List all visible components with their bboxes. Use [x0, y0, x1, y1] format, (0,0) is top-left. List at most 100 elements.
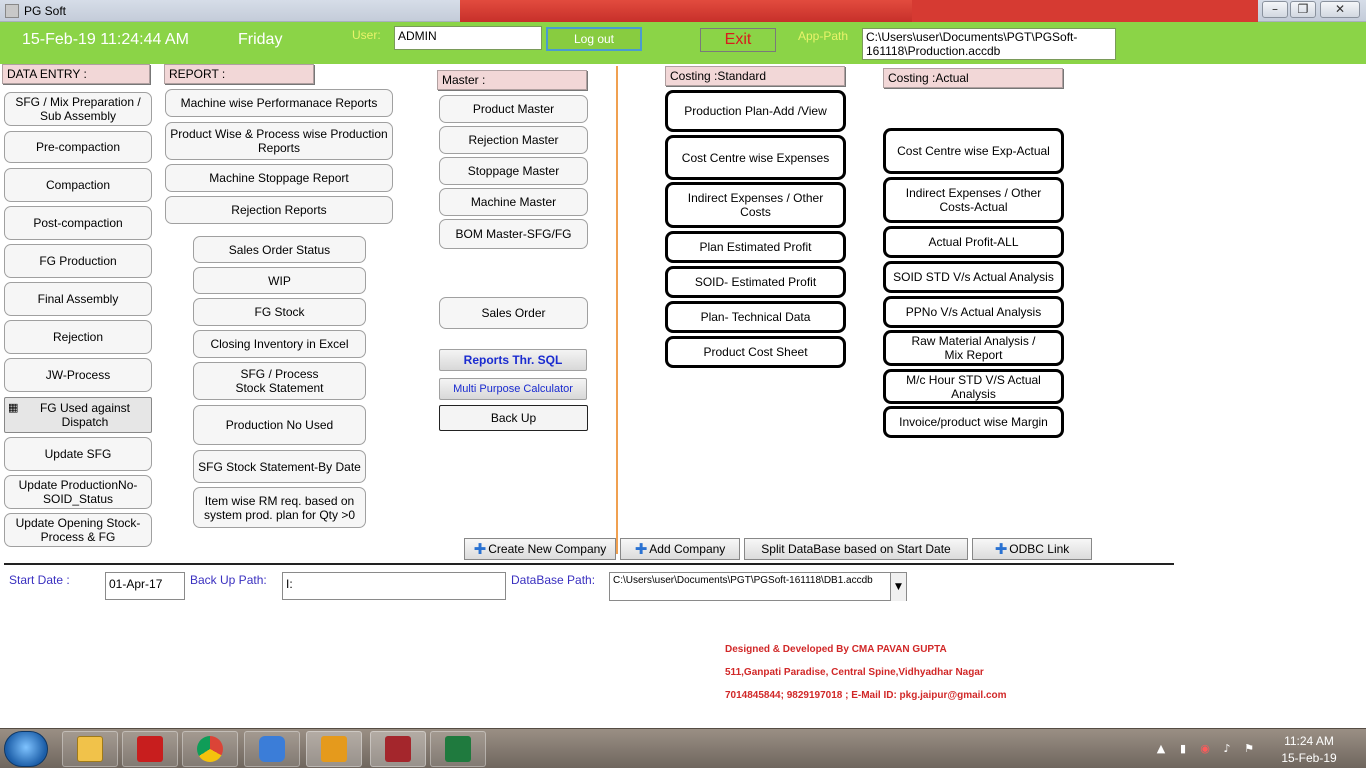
- report-product-process[interactable]: Product Wise & Process wise Production R…: [165, 122, 393, 160]
- taskbar: ▲ ▮ ◉ ♪ ⚑ 11:24 AM 15-Feb-19: [0, 728, 1366, 768]
- master-header: Master :: [437, 70, 587, 90]
- report-closing-inventory[interactable]: Closing Inventory in Excel: [193, 330, 366, 358]
- data-entry-update-opening-stock[interactable]: Update Opening Stock-Process & FG: [4, 513, 152, 547]
- master-machine[interactable]: Machine Master: [439, 188, 588, 216]
- user-label: User:: [352, 28, 381, 42]
- access-icon[interactable]: [370, 731, 426, 767]
- costing-product-cost-sheet[interactable]: Product Cost Sheet: [665, 336, 846, 368]
- media-player-icon[interactable]: [244, 731, 300, 767]
- costing-plan-technical-data[interactable]: Plan- Technical Data: [665, 301, 846, 333]
- data-entry-sfg-mix[interactable]: SFG / Mix Preparation / Sub Assembly: [4, 92, 152, 126]
- report-rejection[interactable]: Rejection Reports: [165, 196, 393, 224]
- data-entry-final-assembly[interactable]: Final Assembly: [4, 282, 152, 316]
- actual-mc-hour-analysis[interactable]: M/c Hour STD V/S Actual Analysis: [883, 369, 1064, 404]
- data-entry-update-sfg[interactable]: Update SFG: [4, 437, 152, 471]
- table-icon: ▦: [8, 401, 19, 414]
- costing-indirect-expenses[interactable]: Indirect Expenses / Other Costs: [665, 182, 846, 228]
- report-production-no-used[interactable]: Production No Used: [193, 405, 366, 445]
- start-button-icon[interactable]: [4, 731, 48, 767]
- report-machine-performance[interactable]: Machine wise Performanace Reports: [165, 89, 393, 117]
- chevron-down-icon[interactable]: ▼: [890, 573, 906, 601]
- show-hidden-icons-icon[interactable]: ▲: [1154, 742, 1168, 756]
- data-entry-pre-compaction[interactable]: Pre-compaction: [4, 131, 152, 163]
- data-entry-compaction[interactable]: Compaction: [4, 168, 152, 202]
- costing-production-plan[interactable]: Production Plan-Add /View: [665, 90, 846, 132]
- clock-date[interactable]: 15-Feb-19: [1274, 751, 1344, 765]
- add-company-label: Add Company: [649, 542, 726, 556]
- credit-address: 511,Ganpati Paradise, Central Spine,Vidh…: [725, 667, 984, 678]
- actual-soid-std-analysis[interactable]: SOID STD V/s Actual Analysis: [883, 261, 1064, 293]
- report-sales-order-status[interactable]: Sales Order Status: [193, 236, 366, 263]
- volume-icon[interactable]: ♪: [1220, 742, 1234, 756]
- chrome-icon[interactable]: [182, 731, 238, 767]
- clock-time[interactable]: 11:24 AM: [1274, 734, 1344, 748]
- calculator-button[interactable]: Multi Purpose Calculator: [439, 378, 587, 400]
- master-rejection[interactable]: Rejection Master: [439, 126, 588, 154]
- data-entry-fg-production[interactable]: FG Production: [4, 244, 152, 278]
- costing-cost-centre-expenses[interactable]: Cost Centre wise Expenses: [665, 135, 846, 180]
- app-icon: [5, 4, 19, 18]
- master-product[interactable]: Product Master: [439, 95, 588, 123]
- start-date-field[interactable]: 01-Apr-17: [105, 572, 185, 600]
- file-explorer-icon[interactable]: [62, 731, 118, 767]
- logout-button[interactable]: Log out: [546, 27, 642, 51]
- blurred-title-strip-2: [912, 0, 1258, 22]
- actual-raw-material-analysis[interactable]: Raw Material Analysis / Mix Report: [883, 330, 1064, 366]
- flag-icon[interactable]: ⚑: [1242, 742, 1256, 756]
- report-fg-stock[interactable]: FG Stock: [193, 298, 366, 326]
- excel-icon[interactable]: [430, 731, 486, 767]
- master-bom[interactable]: BOM Master-SFG/FG: [439, 219, 588, 249]
- costing-soid-estimated-profit[interactable]: SOID- Estimated Profit: [665, 266, 846, 298]
- reports-sql-button[interactable]: Reports Thr. SQL: [439, 349, 587, 371]
- report-sfg-process-stock[interactable]: SFG / Process Stock Statement: [193, 362, 366, 400]
- backup-path-label: Back Up Path:: [190, 573, 267, 587]
- app-path-field[interactable]: C:\Users\user\Documents\PGT\PGSoft-16111…: [862, 28, 1116, 60]
- actual-profit-all[interactable]: Actual Profit-ALL: [883, 226, 1064, 258]
- report-machine-stoppage[interactable]: Machine Stoppage Report: [165, 164, 393, 192]
- split-database-button[interactable]: Split DataBase based on Start Date: [744, 538, 968, 560]
- app-header: 15-Feb-19 11:24:44 AM Friday User: ADMIN…: [0, 22, 1366, 64]
- start-date-label: Start Date :: [9, 573, 70, 587]
- costing-standard-header: Costing :Standard: [665, 66, 845, 86]
- actual-indirect-expenses[interactable]: Indirect Expenses / Other Costs-Actual: [883, 177, 1064, 223]
- actual-cost-centre[interactable]: Cost Centre wise Exp-Actual: [883, 128, 1064, 174]
- credit-designer: Designed & Developed By CMA PAVAN GUPTA: [725, 644, 947, 655]
- create-company-button[interactable]: ✚ Create New Company: [464, 538, 616, 560]
- actual-invoice-margin[interactable]: Invoice/product wise Margin: [883, 406, 1064, 438]
- data-entry-rejection[interactable]: Rejection: [4, 320, 152, 354]
- pdf-reader-icon[interactable]: [122, 731, 178, 767]
- horizontal-divider: [4, 563, 1174, 565]
- plus-icon: ✚: [634, 540, 648, 558]
- report-item-wise-rm[interactable]: Item wise RM req. based on system prod. …: [193, 487, 366, 528]
- outlook-icon[interactable]: [306, 731, 362, 767]
- odbc-link-button[interactable]: ✚ ODBC Link: [972, 538, 1092, 560]
- acrobat-tray-icon[interactable]: ◉: [1198, 742, 1212, 756]
- exit-button[interactable]: Exit: [700, 28, 776, 52]
- backup-path-field[interactable]: I:: [282, 572, 506, 600]
- database-path-label: DataBase Path:: [511, 573, 596, 587]
- close-icon[interactable]: ✕: [1320, 1, 1360, 18]
- user-field[interactable]: ADMIN: [394, 26, 542, 50]
- costing-plan-estimated-profit[interactable]: Plan Estimated Profit: [665, 231, 846, 263]
- blurred-title-strip: [460, 0, 912, 22]
- data-entry-post-compaction[interactable]: Post-compaction: [4, 206, 152, 240]
- current-day: Friday: [238, 31, 283, 48]
- plus-icon: ✚: [994, 540, 1008, 558]
- vertical-divider: [616, 66, 618, 554]
- add-company-button[interactable]: ✚ Add Company: [620, 538, 740, 560]
- master-stoppage[interactable]: Stoppage Master: [439, 157, 588, 185]
- report-header: REPORT :: [164, 64, 314, 84]
- restore-icon[interactable]: ❐: [1290, 1, 1316, 18]
- master-sales-order[interactable]: Sales Order: [439, 297, 588, 329]
- data-entry-update-productionno[interactable]: Update ProductionNo-SOID_Status: [4, 475, 152, 509]
- create-company-label: Create New Company: [488, 542, 607, 556]
- actual-ppno-analysis[interactable]: PPNo V/s Actual Analysis: [883, 296, 1064, 328]
- report-wip[interactable]: WIP: [193, 267, 366, 294]
- database-path-select[interactable]: C:\Users\user\Documents\PGT\PGSoft-16111…: [609, 572, 907, 601]
- report-sfg-stock-by-date[interactable]: SFG Stock Statement-By Date: [193, 450, 366, 483]
- network-icon[interactable]: ▮: [1176, 742, 1190, 756]
- backup-button[interactable]: Back Up: [439, 405, 588, 431]
- data-entry-fg-used[interactable]: ▦ FG Used against Dispatch: [4, 397, 152, 433]
- minimize-icon[interactable]: –: [1262, 1, 1288, 18]
- data-entry-jw-process[interactable]: JW-Process: [4, 358, 152, 392]
